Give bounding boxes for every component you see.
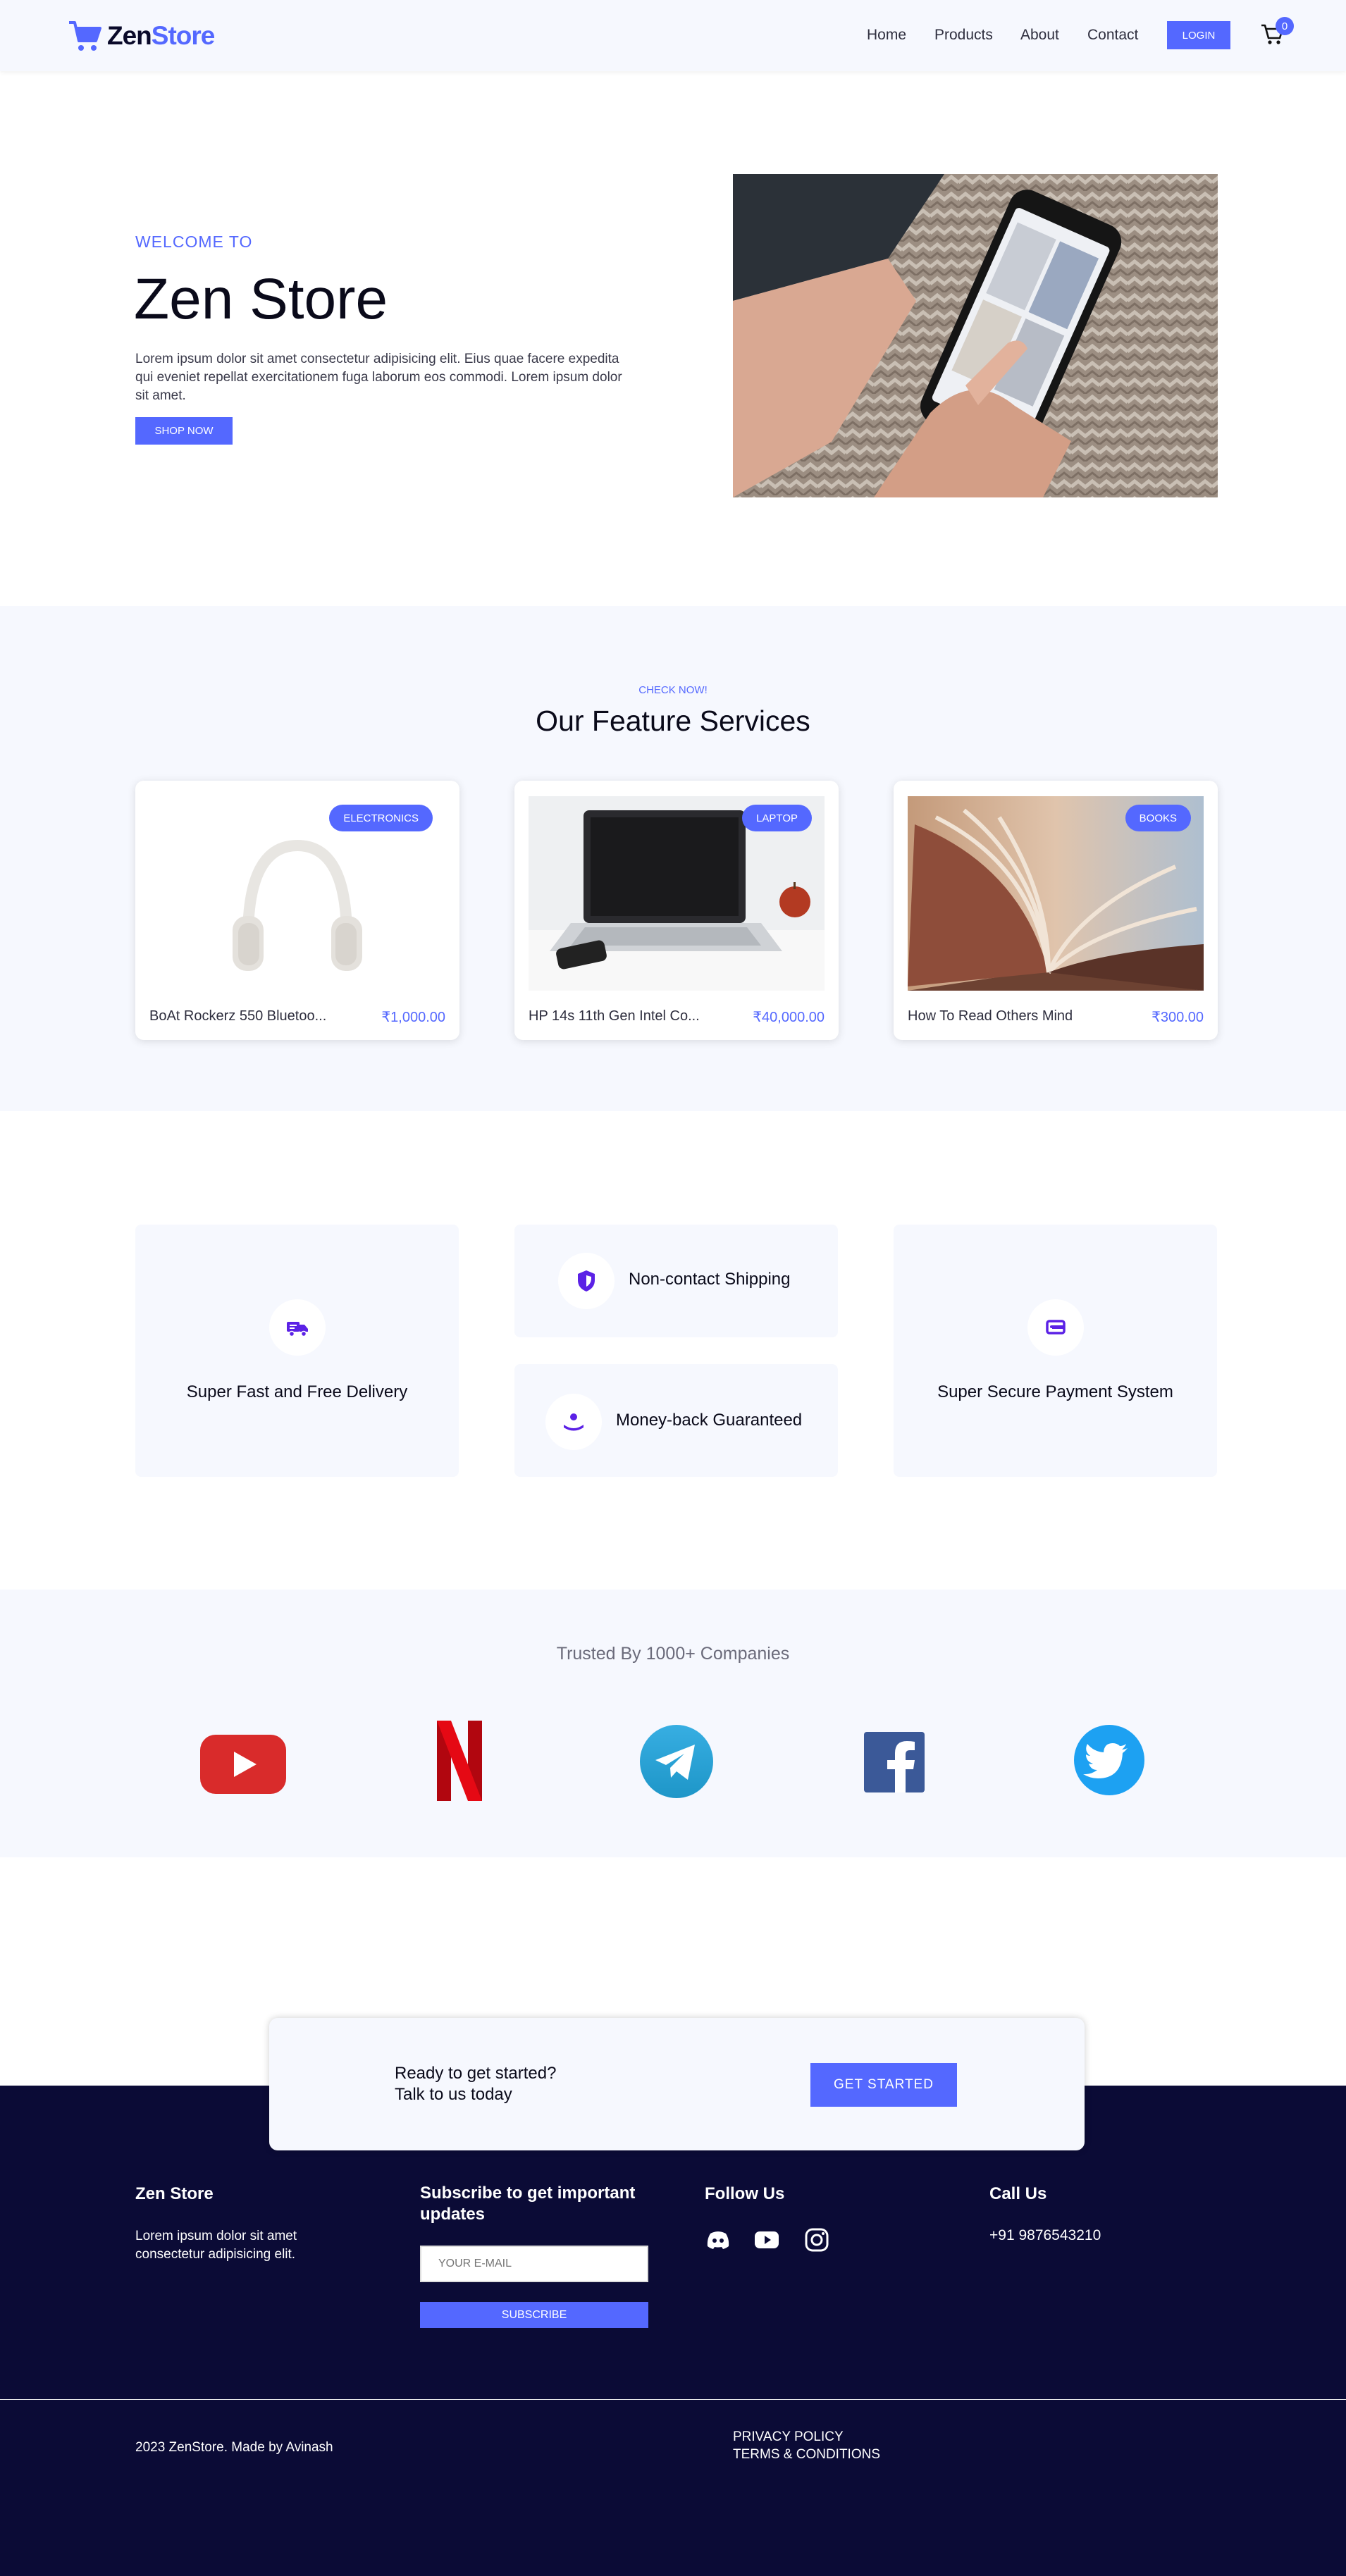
subscribe-button[interactable]: SUBSCRIBE — [420, 2302, 648, 2328]
shop-now-button[interactable]: SHOP NOW — [135, 417, 233, 445]
cta-box: Ready to get started? Talk to us today G… — [269, 2018, 1085, 2150]
feature-card-payment: Super Secure Payment System — [894, 1225, 1217, 1477]
site-logo[interactable]: ZenStore — [68, 16, 216, 56]
product-price: ₹1,000.00 — [381, 1010, 445, 1025]
shield-icon — [558, 1253, 615, 1309]
cta-line-2: Talk to us today — [395, 2085, 512, 2104]
youtube-icon[interactable] — [753, 2227, 780, 2253]
twitter-logo-icon — [1074, 1725, 1144, 1795]
hero-title: Zen Store — [134, 267, 388, 331]
footer-divider — [0, 2399, 1346, 2400]
follow-us-title: Follow Us — [705, 2184, 785, 2203]
product-name: HP 14s 11th Gen Intel Co... — [529, 1008, 700, 1024]
hero-kicker: WELCOME TO — [135, 233, 253, 251]
feature-card-moneyback: Money-back Guaranteed — [514, 1364, 838, 1477]
category-badge: BOOKS — [1125, 805, 1191, 831]
product-card[interactable]: ELECTRONICS BoAt Rockerz 550 Bluetoo... … — [135, 781, 459, 1040]
footer-brand-text: Lorem ipsum dolor sit amet consectetur a… — [135, 2229, 297, 2262]
feature-card-delivery: Super Fast and Free Delivery — [135, 1225, 459, 1477]
nav-link-contact[interactable]: Contact — [1087, 27, 1138, 44]
login-button[interactable]: LOGIN — [1167, 21, 1230, 49]
top-navbar: ZenStore Home Products About Contact LOG… — [0, 0, 1346, 71]
services-title: Our Feature Services — [536, 705, 810, 737]
money-hand-icon — [545, 1394, 602, 1450]
truck-icon — [269, 1299, 326, 1356]
product-price: ₹300.00 — [1151, 1010, 1204, 1025]
cta-line-1: Ready to get started? — [395, 2064, 557, 2083]
product-name: BoAt Rockerz 550 Bluetoo... — [149, 1008, 327, 1024]
logo-suffix: Store — [151, 21, 216, 50]
category-badge: ELECTRONICS — [329, 805, 433, 831]
feature-label: Money-back Guaranteed — [616, 1411, 803, 1430]
telegram-logo-icon — [640, 1725, 713, 1798]
netflix-logo-icon — [437, 1721, 482, 1801]
cart-logo-icon — [69, 21, 101, 51]
footer — [0, 2086, 1346, 2576]
trusted-title: Trusted By 1000+ Companies — [556, 1644, 790, 1664]
services-kicker: CHECK NOW! — [638, 684, 708, 696]
category-badge: LAPTOP — [742, 805, 812, 831]
instagram-icon[interactable] — [803, 2227, 830, 2253]
privacy-policy-link[interactable]: PRIVACY POLICY — [733, 2429, 844, 2445]
youtube-logo-icon — [200, 1735, 286, 1794]
phone-number[interactable]: +91 9876543210 — [989, 2227, 1101, 2245]
cart-count-badge: 0 — [1276, 17, 1294, 35]
copyright-text: 2023 ZenStore. Made by Avinash — [135, 2440, 333, 2455]
logo-text: ZenStore — [107, 21, 216, 51]
feature-label: Super Fast and Free Delivery — [186, 1382, 408, 1401]
product-card[interactable]: BOOKS How To Read Others Mind ₹300.00 — [894, 781, 1218, 1040]
hero-description: Lorem ipsum dolor sit amet consectetur a… — [135, 352, 622, 403]
feature-card-shipping: Non-contact Shipping — [514, 1225, 838, 1337]
product-price: ₹40,000.00 — [753, 1010, 825, 1025]
subscribe-title: Subscribe to get important updates — [420, 2184, 636, 2224]
facebook-logo-icon — [864, 1732, 925, 1792]
footer-brand-title: Zen Store — [135, 2184, 214, 2203]
nav-link-about[interactable]: About — [1020, 27, 1059, 44]
nav-link-home[interactable]: Home — [867, 27, 906, 44]
product-card[interactable]: LAPTOP HP 14s 11th Gen Intel Co... ₹40,0… — [514, 781, 839, 1040]
trusted-section — [0, 1590, 1346, 1857]
feature-label: Non-contact Shipping — [629, 1270, 791, 1289]
nav-link-products[interactable]: Products — [934, 27, 993, 44]
feature-label: Super Secure Payment System — [937, 1382, 1173, 1401]
cta-text: Ready to get started? Talk to us today — [395, 2063, 556, 2105]
logo-prefix: Zen — [107, 21, 152, 50]
hero-phone-image — [733, 174, 1218, 497]
product-name: How To Read Others Mind — [908, 1008, 1073, 1024]
get-started-button[interactable]: GET STARTED — [810, 2063, 957, 2107]
secure-card-icon — [1027, 1299, 1084, 1356]
call-us-title: Call Us — [989, 2184, 1047, 2203]
terms-link[interactable]: TERMS & CONDITIONS — [733, 2447, 880, 2463]
email-input[interactable] — [420, 2246, 648, 2282]
discord-icon[interactable] — [705, 2227, 731, 2253]
